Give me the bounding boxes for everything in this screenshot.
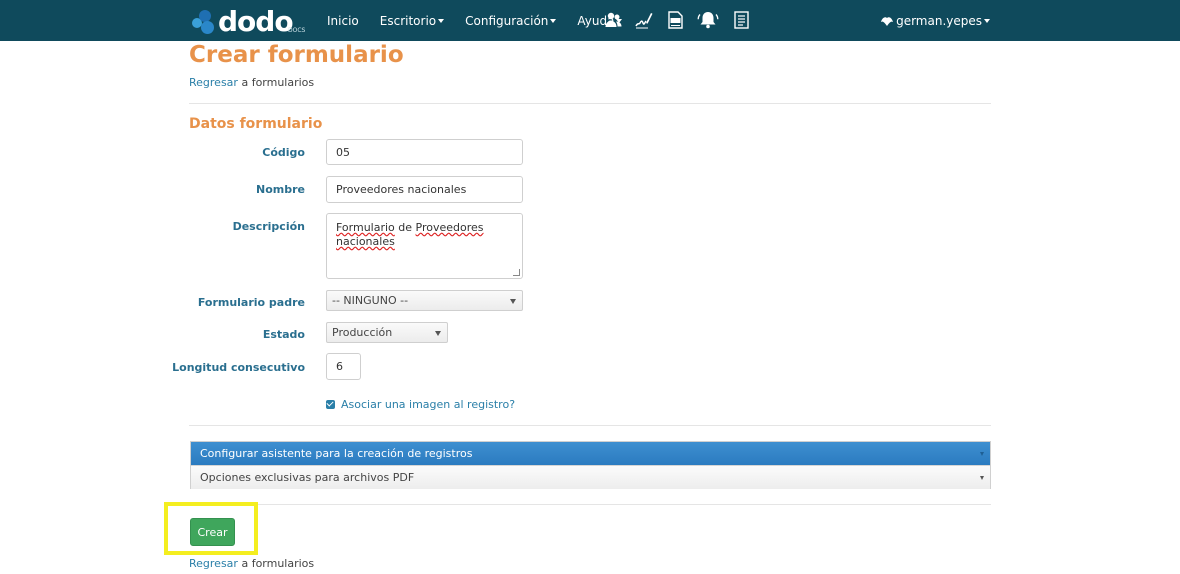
accordion-wizard-header[interactable]: Configurar asistente para la creación de… <box>191 442 990 465</box>
nav-icon-group <box>604 8 763 32</box>
resize-handle-icon[interactable] <box>513 269 520 276</box>
caret-down-icon <box>984 18 990 23</box>
codigo-value: 05 <box>336 145 350 159</box>
formulario-padre-select[interactable]: -- NINGUNO -- <box>326 290 523 311</box>
codigo-input[interactable]: 05 <box>326 139 523 165</box>
estado-label: Estado <box>262 328 305 341</box>
menu-inicio-label: Inicio <box>327 13 359 28</box>
bell-icon[interactable] <box>697 11 719 29</box>
longitud-label: Longitud consecutivo <box>172 361 305 374</box>
caret-down-icon <box>550 18 557 23</box>
chevron-down-icon <box>980 451 984 456</box>
nombre-input[interactable]: Proveedores nacionales <box>326 176 523 203</box>
menu-inicio[interactable]: Inicio <box>327 14 359 28</box>
imagen-checkbox[interactable] <box>326 400 335 409</box>
menu-configuracion-label: Configuración <box>465 13 549 28</box>
formulario-padre-label: Formulario padre <box>197 296 305 309</box>
divider <box>189 504 991 505</box>
top-navbar: dodo DOCS Inicio Escritorio Configuració… <box>0 0 1180 41</box>
accordion-wizard-label: Configurar asistente para la creación de… <box>200 447 473 460</box>
user-avatar-icon <box>881 16 894 26</box>
longitud-input[interactable]: 6 <box>326 353 361 380</box>
menu-configuracion[interactable]: Configuración <box>465 13 557 28</box>
estado-value: Producción <box>332 326 393 339</box>
regresar-link[interactable]: Regresar <box>189 557 238 570</box>
regresar-link[interactable]: Regresar <box>189 76 238 89</box>
accordion-pdf-header[interactable]: Opciones exclusivas para archivos PDF <box>191 465 990 489</box>
users-icon[interactable] <box>604 11 622 29</box>
options-accordion: Configurar asistente para la creación de… <box>190 441 991 489</box>
logo-text: dodo <box>218 4 294 38</box>
dropdown-arrow-icon <box>510 298 516 304</box>
main-menu: Inicio Escritorio Configuración Ayuda <box>327 0 643 41</box>
dodo-logo[interactable]: dodo DOCS <box>192 4 305 38</box>
divider <box>189 103 991 104</box>
document-list-icon[interactable] <box>732 11 750 29</box>
menu-escritorio[interactable]: Escritorio <box>379 13 445 28</box>
logo-subtext: DOCS <box>288 27 306 34</box>
nombre-value: Proveedores nacionales <box>336 183 467 196</box>
estado-select[interactable]: Producción <box>326 322 448 343</box>
back-link-suffix: a formularios <box>241 557 315 570</box>
user-menu[interactable]: german.yepes <box>881 0 990 41</box>
imagen-checkbox-label[interactable]: Asociar una imagen al registro? <box>341 398 515 411</box>
back-link-suffix: a formularios <box>241 76 315 89</box>
back-link-bottom: Regresar a formularios <box>189 557 314 570</box>
nombre-label: Nombre <box>256 183 305 196</box>
descripcion-textarea[interactable]: Formulario de Proveedores nacionales <box>326 213 523 279</box>
imagen-checkbox-row: Asociar una imagen al registro? <box>326 398 515 411</box>
signature-icon[interactable] <box>635 11 653 29</box>
back-link-top: Regresar a formularios <box>189 76 314 89</box>
crear-button[interactable]: Crear <box>190 518 235 546</box>
pdf-icon[interactable] <box>666 11 684 29</box>
caret-down-icon <box>438 18 445 23</box>
codigo-label: Código <box>262 146 305 159</box>
descripcion-text: Formulario de Proveedores nacionales <box>336 221 484 248</box>
section-title: Datos formulario <box>189 116 323 132</box>
chevron-down-icon <box>980 475 984 480</box>
menu-escritorio-label: Escritorio <box>379 13 437 28</box>
logo-mark-icon <box>192 8 216 34</box>
formulario-padre-value: -- NINGUNO -- <box>332 294 409 307</box>
accordion-pdf-label: Opciones exclusivas para archivos PDF <box>200 471 415 484</box>
dropdown-arrow-icon <box>435 330 441 336</box>
longitud-value: 6 <box>336 360 343 373</box>
user-name: german.yepes <box>896 13 982 28</box>
page-title: Crear formulario <box>189 42 404 68</box>
divider <box>189 425 991 426</box>
descripcion-label: Descripción <box>232 220 305 233</box>
